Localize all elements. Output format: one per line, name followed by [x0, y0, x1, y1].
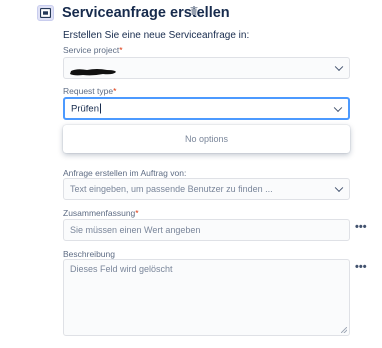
chevron-down-icon — [333, 103, 343, 112]
description-more-icon[interactable]: ••• — [355, 261, 367, 273]
on-behalf-label: Anfrage erstellen im Auftrag von: — [63, 168, 187, 178]
summary-input[interactable]: Sie müssen einen Wert angeben — [63, 219, 350, 241]
on-behalf-user-select[interactable]: Text eingeben, um passende Benutzer zu f… — [63, 178, 350, 200]
request-type-select[interactable]: Prüfen — [63, 97, 350, 120]
description-textarea[interactable]: Dieses Feld wird gelöscht — [63, 259, 350, 336]
service-project-label: Service project* — [63, 45, 123, 55]
resize-handle-icon[interactable] — [341, 327, 347, 333]
no-options-message: No options — [184, 134, 229, 144]
description-label: Beschreibung — [63, 249, 115, 259]
service-project-select[interactable] — [63, 57, 350, 79]
trash-icon[interactable] — [190, 6, 198, 18]
summary-label: Zusammenfassung* — [63, 208, 139, 218]
redacted-project-name — [69, 64, 117, 76]
chevron-down-icon — [334, 62, 344, 72]
text-cursor — [100, 103, 101, 114]
chevron-down-icon — [334, 183, 344, 193]
request-type-label: Request type* — [63, 86, 117, 96]
request-form-icon — [37, 5, 54, 21]
intro-text: Erstellen Sie eine neue Serviceanfrage i… — [63, 30, 250, 41]
summary-more-icon[interactable]: ••• — [355, 221, 367, 233]
request-type-dropdown: No options — [63, 125, 350, 153]
page-title: Serviceanfrage erstellen — [62, 5, 230, 21]
request-type-input-text[interactable]: Prüfen — [71, 103, 101, 114]
